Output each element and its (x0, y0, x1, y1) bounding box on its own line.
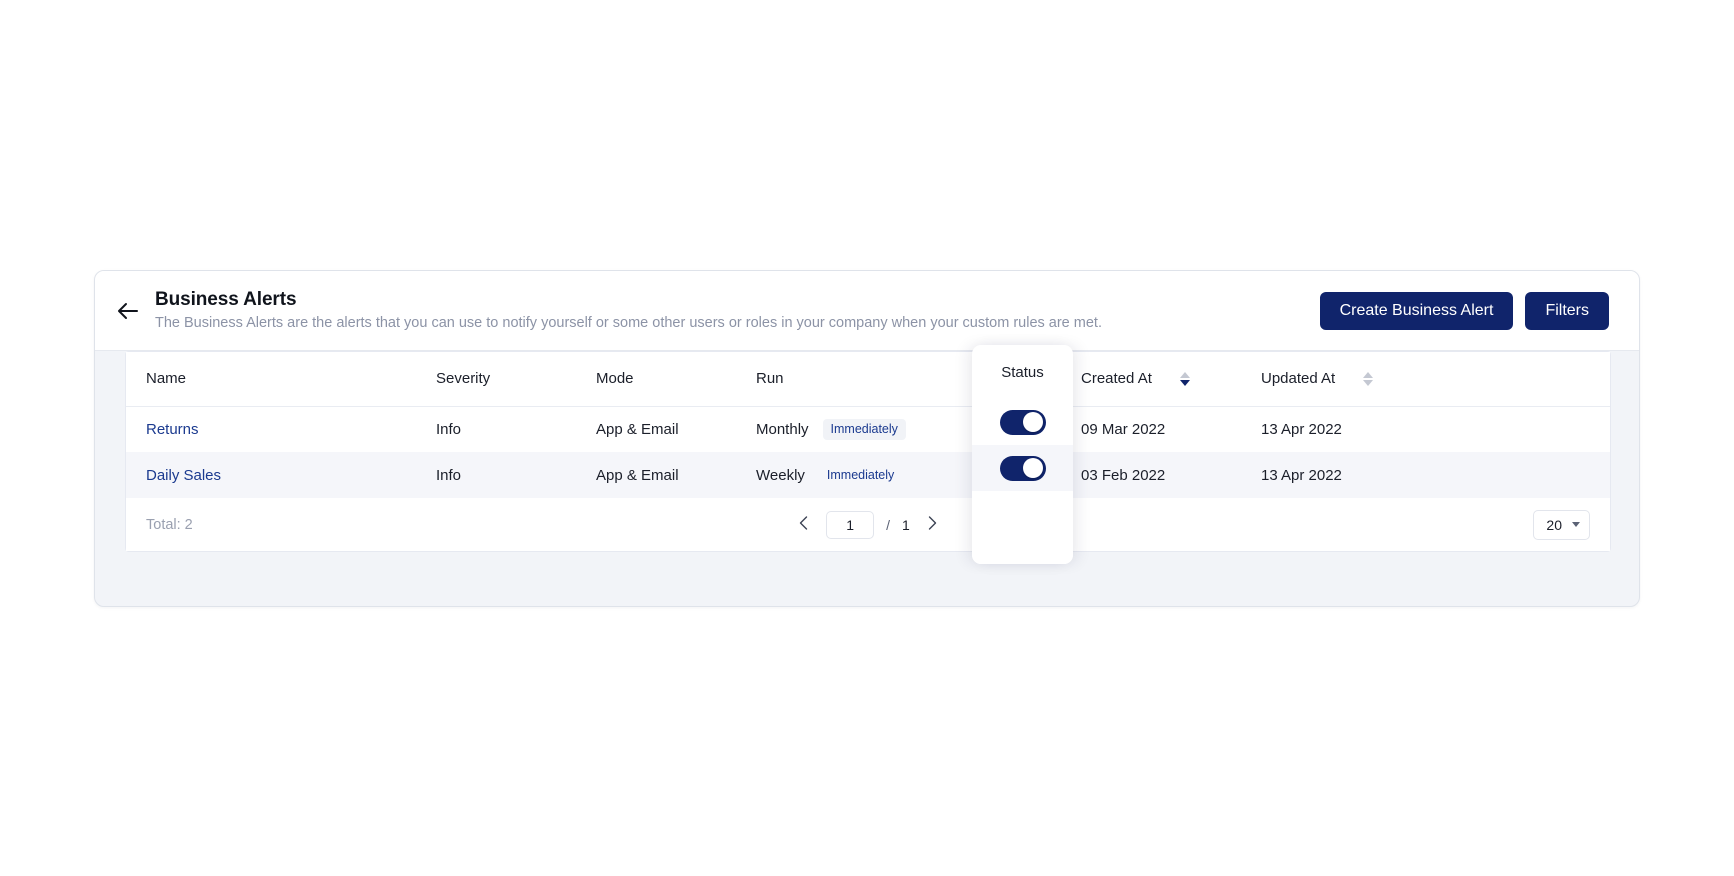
arrow-left-icon (117, 302, 139, 320)
header-actions: Create Business Alert Filters (1319, 291, 1609, 330)
back-button[interactable] (113, 296, 143, 326)
next-page-button[interactable] (922, 514, 944, 536)
header-text-block: Business Alerts The Business Alerts are … (155, 288, 1296, 334)
cell-name: Daily Sales (126, 452, 436, 498)
card-header: Business Alerts The Business Alerts are … (95, 271, 1639, 351)
total-count: Total: 2 (146, 516, 193, 533)
table-head: Name Severity Mode Run Created At Update… (126, 352, 1610, 407)
column-header-run[interactable]: Run (756, 352, 971, 407)
cell-updated-at: 13 Apr 2022 (1261, 452, 1461, 498)
status-panel-filler (972, 491, 1073, 564)
chevron-right-icon (928, 515, 937, 535)
table-row[interactable]: Daily Sales Info App & Email Weekly Imme… (126, 452, 1610, 498)
cell-spacer (1461, 452, 1610, 498)
column-header-mode[interactable]: Mode (596, 352, 756, 407)
status-toggle[interactable] (999, 409, 1046, 435)
table-row[interactable]: Returns Info App & Email Monthly Immedia… (126, 406, 1610, 452)
column-header-updated-at[interactable]: Updated At (1261, 352, 1461, 407)
table-body: Returns Info App & Email Monthly Immedia… (126, 406, 1610, 498)
created-at-sort-control[interactable]: Created At (1081, 370, 1190, 387)
cell-created-at: 09 Mar 2022 (1081, 420, 1166, 438)
cell-mode: App & Email (596, 452, 756, 498)
column-header-created-at-label: Created At (1081, 370, 1152, 388)
column-header-severity[interactable]: Severity (436, 352, 596, 407)
chevron-left-icon (799, 515, 808, 535)
total-pages: 1 (902, 516, 910, 533)
alert-name-link[interactable]: Daily Sales (146, 467, 221, 484)
status-column-header: Status (1001, 363, 1044, 381)
cell-severity: Info (436, 452, 596, 498)
cell-updated-at: 13 Apr 2022 (1261, 420, 1342, 438)
cell-mode: App & Email (596, 420, 679, 438)
page-separator: / (886, 516, 891, 533)
column-header-updated-at-label: Updated At (1261, 370, 1336, 388)
business-alerts-card: Business Alerts The Business Alerts are … (94, 270, 1640, 607)
run-badge: Immediately (822, 419, 906, 440)
sort-descending-icon (1179, 379, 1190, 386)
column-header-spacer (1461, 352, 1610, 407)
page-title: Business Alerts (155, 288, 297, 310)
filters-button[interactable]: Filters (1525, 291, 1609, 330)
sort-ascending-icon (1179, 371, 1190, 378)
column-header-name[interactable]: Name (126, 352, 436, 407)
alerts-table-container: Name Severity Mode Run Created At Update… (126, 352, 1610, 551)
sort-descending-icon (1363, 379, 1374, 386)
screen: Business Alerts The Business Alerts are … (0, 0, 1734, 876)
status-cell (972, 445, 1073, 491)
page-size-select[interactable]: 20 (1533, 509, 1590, 540)
sort-icon[interactable] (1179, 371, 1190, 386)
create-business-alert-button[interactable]: Create Business Alert (1319, 291, 1514, 330)
toggle-knob (1023, 412, 1043, 432)
pagination: / 1 (126, 510, 1610, 539)
cell-name: Returns (126, 406, 436, 452)
sort-ascending-icon (1363, 371, 1374, 378)
page-number-input[interactable] (826, 510, 875, 539)
page-size-value: 20 (1546, 516, 1562, 533)
status-cell (972, 399, 1073, 445)
chevron-down-icon (1572, 522, 1580, 527)
cell-spacer (1461, 406, 1610, 452)
cell-run: Monthly Immediately (756, 406, 971, 452)
page-description: The Business Alerts are the alerts that … (155, 315, 1102, 332)
status-toggle[interactable] (999, 455, 1046, 481)
sort-icon[interactable] (1363, 371, 1374, 386)
alerts-table: Name Severity Mode Run Created At Update… (126, 352, 1610, 498)
column-header-created-at[interactable]: Created At (1081, 352, 1261, 407)
table-header-row: Name Severity Mode Run Created At Update… (126, 352, 1610, 407)
toggle-knob (1023, 458, 1043, 478)
previous-page-button[interactable] (792, 514, 814, 536)
status-column-panel: Status (972, 345, 1073, 564)
run-frequency: Monthly (756, 420, 809, 438)
cell-run: Weekly Immediately (756, 452, 971, 498)
run-frequency: Weekly (756, 466, 805, 484)
alert-name-link[interactable]: Returns (146, 421, 199, 438)
cell-created-at: 03 Feb 2022 (1081, 452, 1261, 498)
cell-severity: Info (436, 420, 462, 438)
run-badge: Immediately (826, 467, 895, 482)
updated-at-sort-control[interactable]: Updated At (1261, 370, 1374, 388)
table-footer: Total: 2 / 1 (126, 498, 1610, 551)
